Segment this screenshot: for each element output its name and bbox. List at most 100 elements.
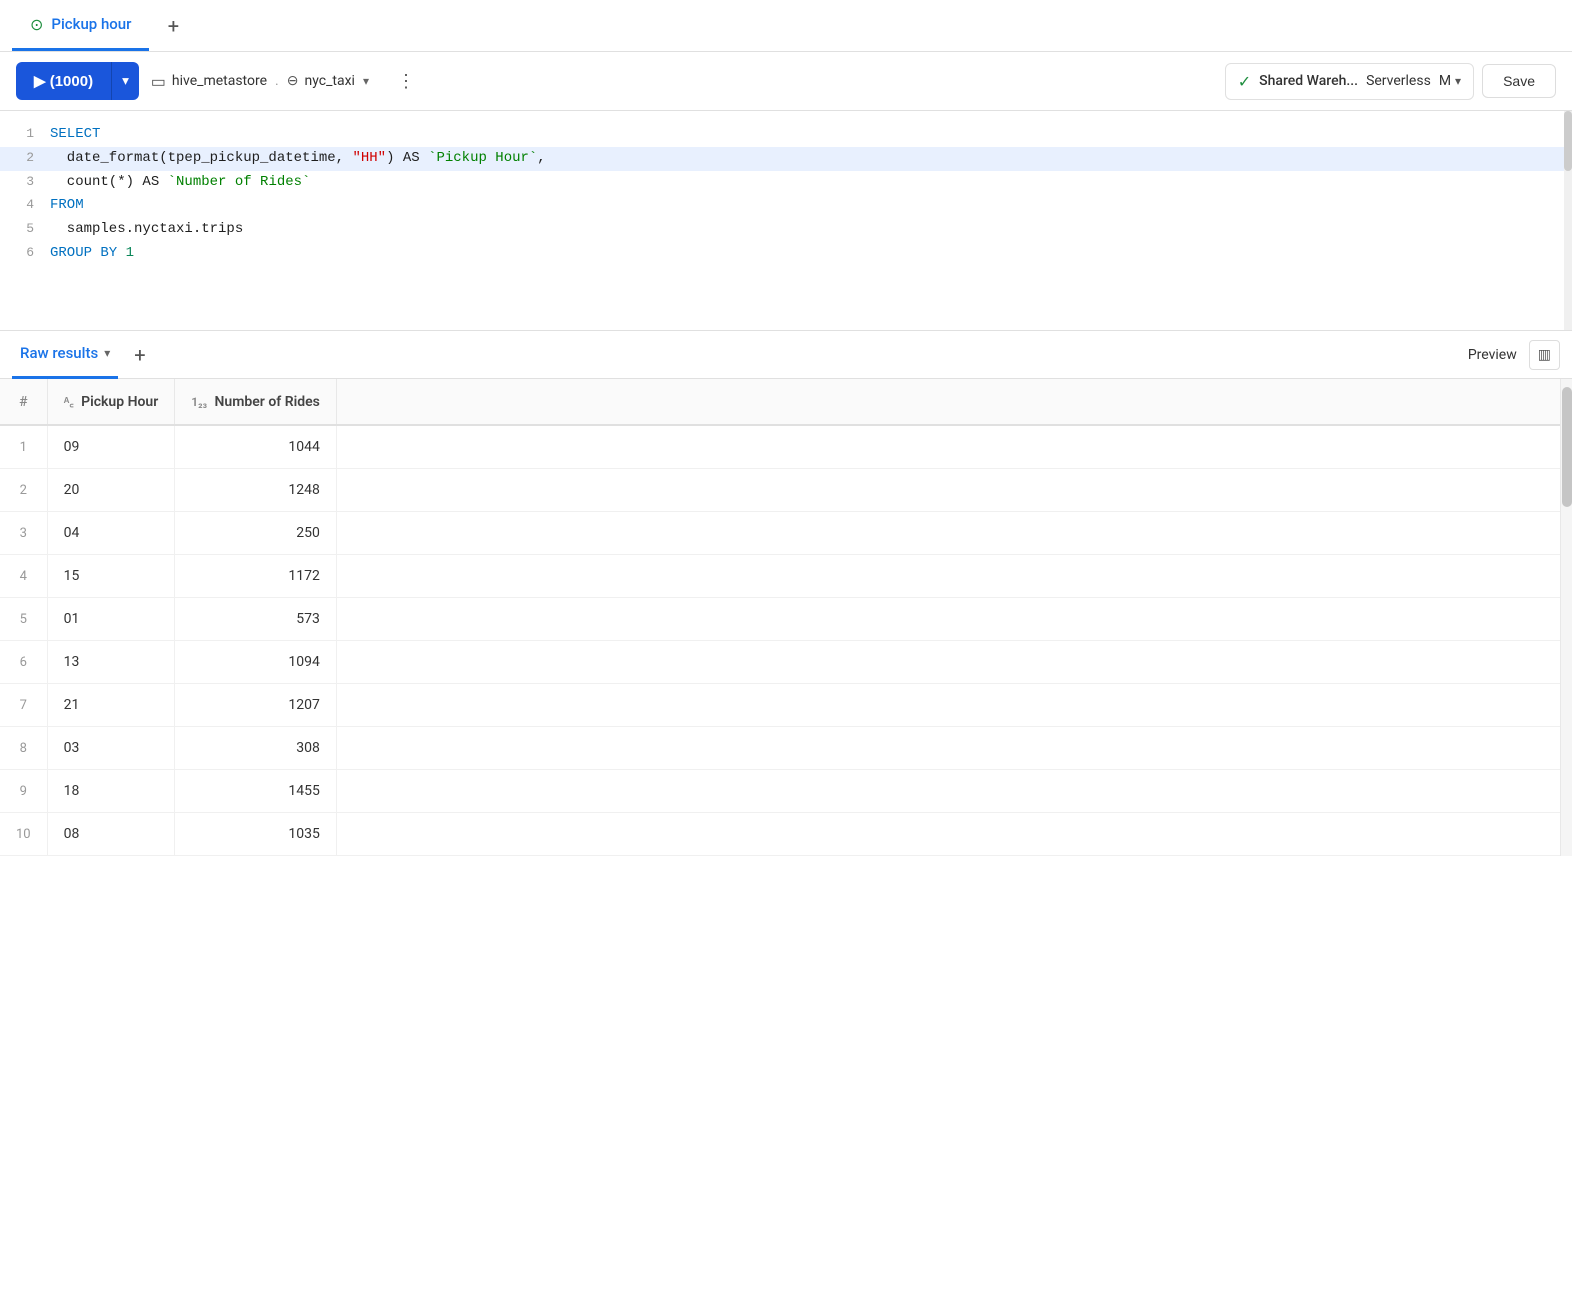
results-tab-bar: Raw results ▾ + Preview ▥: [0, 331, 1572, 379]
cell-num-rides: 1172: [175, 555, 337, 598]
cell-num-rides: 1207: [175, 684, 337, 727]
numeric-type-icon: 1₂₃: [191, 395, 207, 409]
line-number-3: 3: [0, 171, 50, 193]
table-row: 5 01 573: [0, 598, 1572, 641]
raw-results-tab[interactable]: Raw results ▾: [12, 330, 118, 379]
results-table: # ᴬ꜀ Pickup Hour 1₂₃ Number of Rides 1 0…: [0, 379, 1572, 856]
cell-num-rides: 308: [175, 727, 337, 770]
table-header-row: # ᴬ꜀ Pickup Hour 1₂₃ Number of Rides: [0, 379, 1572, 425]
line-content-5: samples.nyctaxi.trips: [50, 218, 1572, 242]
table-row: 8 03 308: [0, 727, 1572, 770]
cell-rownum: 6: [0, 641, 47, 684]
table-row: 1 09 1044: [0, 425, 1572, 469]
cell-num-rides: 573: [175, 598, 337, 641]
pickup-hour-tab[interactable]: ⊙ Pickup hour: [12, 1, 149, 51]
more-options-button[interactable]: ⋮: [389, 67, 423, 96]
cell-rownum: 3: [0, 512, 47, 555]
cell-num-rides: 250: [175, 512, 337, 555]
col-header-pickup-hour: ᴬ꜀ Pickup Hour: [47, 379, 175, 425]
db-store-label: hive_metastore: [172, 73, 267, 89]
cell-num-rides: 1094: [175, 641, 337, 684]
save-button[interactable]: Save: [1482, 64, 1556, 98]
run-dropdown-button[interactable]: ▾: [111, 62, 139, 100]
raw-results-tab-label: Raw results: [20, 344, 98, 362]
check-circle-icon: ⊙: [30, 15, 43, 34]
table-row: 10 08 1035: [0, 813, 1572, 856]
code-line-4: 4 FROM: [0, 194, 1572, 218]
tab-bar: ⊙ Pickup hour +: [0, 0, 1572, 52]
cell-rownum: 8: [0, 727, 47, 770]
results-scrollbar[interactable]: [1560, 379, 1572, 856]
code-line-2: 2 date_format(tpep_pickup_datetime, "HH"…: [0, 147, 1572, 171]
line-number-1: 1: [0, 123, 50, 145]
line-content-4: FROM: [50, 194, 1572, 218]
chevron-down-icon: ▾: [122, 73, 129, 89]
hive-metastore-icon: ▭: [151, 72, 166, 91]
editor-scrollbar-thumb: [1564, 111, 1572, 171]
table-row: 7 21 1207: [0, 684, 1572, 727]
db-schema-label: nyc_taxi: [304, 73, 354, 89]
code-line-1: 1 SELECT: [0, 123, 1572, 147]
code-line-6: 6 GROUP BY 1: [0, 242, 1572, 266]
results-table-container: # ᴬ꜀ Pickup Hour 1₂₃ Number of Rides 1 0…: [0, 379, 1572, 856]
cell-rownum: 5: [0, 598, 47, 641]
col-header-spacer: [336, 379, 1572, 425]
cell-pickup-hour: 08: [47, 813, 175, 856]
schema-chevron-icon: ▾: [363, 74, 369, 88]
warehouse-size-selector[interactable]: M ▾: [1439, 73, 1461, 89]
line-number-6: 6: [0, 242, 50, 264]
col-header-num-rides: 1₂₃ Number of Rides: [175, 379, 337, 425]
cell-pickup-hour: 18: [47, 770, 175, 813]
code-editor[interactable]: 1 SELECT 2 date_format(tpep_pickup_datet…: [0, 111, 1572, 331]
tab-label: Pickup hour: [51, 15, 131, 33]
code-line-3: 3 count(*) AS `Number of Rides`: [0, 171, 1572, 195]
table-row: 4 15 1172: [0, 555, 1572, 598]
editor-scrollbar[interactable]: [1564, 111, 1572, 330]
run-button-group: ▶ (1000) ▾: [16, 62, 139, 100]
line-content-2: date_format(tpep_pickup_datetime, "HH") …: [50, 147, 1572, 171]
warehouse-size-chevron-icon: ▾: [1455, 74, 1461, 88]
cell-pickup-hour: 09: [47, 425, 175, 469]
line-number-5: 5: [0, 218, 50, 240]
warehouse-selector[interactable]: ✓ Shared Wareh... Serverless M ▾: [1225, 63, 1474, 100]
cell-rownum: 2: [0, 469, 47, 512]
schema-icon: ⊖: [287, 73, 299, 89]
cell-rownum: 1: [0, 425, 47, 469]
table-row: 6 13 1094: [0, 641, 1572, 684]
raw-results-chevron-icon: ▾: [104, 346, 110, 360]
cell-pickup-hour: 04: [47, 512, 175, 555]
toolbar: ▶ (1000) ▾ ▭ hive_metastore . ⊖ nyc_taxi…: [0, 52, 1572, 111]
line-number-2: 2: [0, 147, 50, 169]
cell-pickup-hour: 13: [47, 641, 175, 684]
table-row: 9 18 1455: [0, 770, 1572, 813]
cell-num-rides: 1035: [175, 813, 337, 856]
cell-pickup-hour: 21: [47, 684, 175, 727]
layout-icon: ▥: [1538, 347, 1551, 363]
layout-icon-button[interactable]: ▥: [1529, 340, 1560, 370]
cell-rownum: 10: [0, 813, 47, 856]
results-panel: Raw results ▾ + Preview ▥ # ᴬ꜀ Pickup Ho…: [0, 331, 1572, 856]
table-row: 2 20 1248: [0, 469, 1572, 512]
run-button[interactable]: ▶ (1000): [16, 62, 111, 100]
results-table-body: 1 09 1044 2 20 1248 3 04 250 4 15 1172 5…: [0, 425, 1572, 856]
line-content-3: count(*) AS `Number of Rides`: [50, 171, 1572, 195]
cell-rownum: 9: [0, 770, 47, 813]
db-separator: .: [275, 73, 279, 89]
col-header-rownum: #: [0, 379, 47, 425]
results-scrollbar-thumb: [1562, 387, 1572, 507]
preview-button[interactable]: Preview: [1456, 341, 1529, 369]
warehouse-size-label: M: [1439, 73, 1451, 89]
warehouse-type-label: Serverless: [1366, 73, 1431, 89]
cell-pickup-hour: 20: [47, 469, 175, 512]
cell-pickup-hour: 01: [47, 598, 175, 641]
add-tab-button[interactable]: +: [157, 10, 189, 42]
line-content-1: SELECT: [50, 123, 1572, 147]
add-results-tab-button[interactable]: +: [126, 339, 153, 371]
text-type-icon: ᴬ꜀: [64, 395, 74, 409]
table-row: 3 04 250: [0, 512, 1572, 555]
code-line-5: 5 samples.nyctaxi.trips: [0, 218, 1572, 242]
cell-num-rides: 1248: [175, 469, 337, 512]
database-selector[interactable]: ▭ hive_metastore . ⊖ nyc_taxi ▾: [147, 66, 373, 97]
line-number-4: 4: [0, 194, 50, 216]
cell-num-rides: 1044: [175, 425, 337, 469]
